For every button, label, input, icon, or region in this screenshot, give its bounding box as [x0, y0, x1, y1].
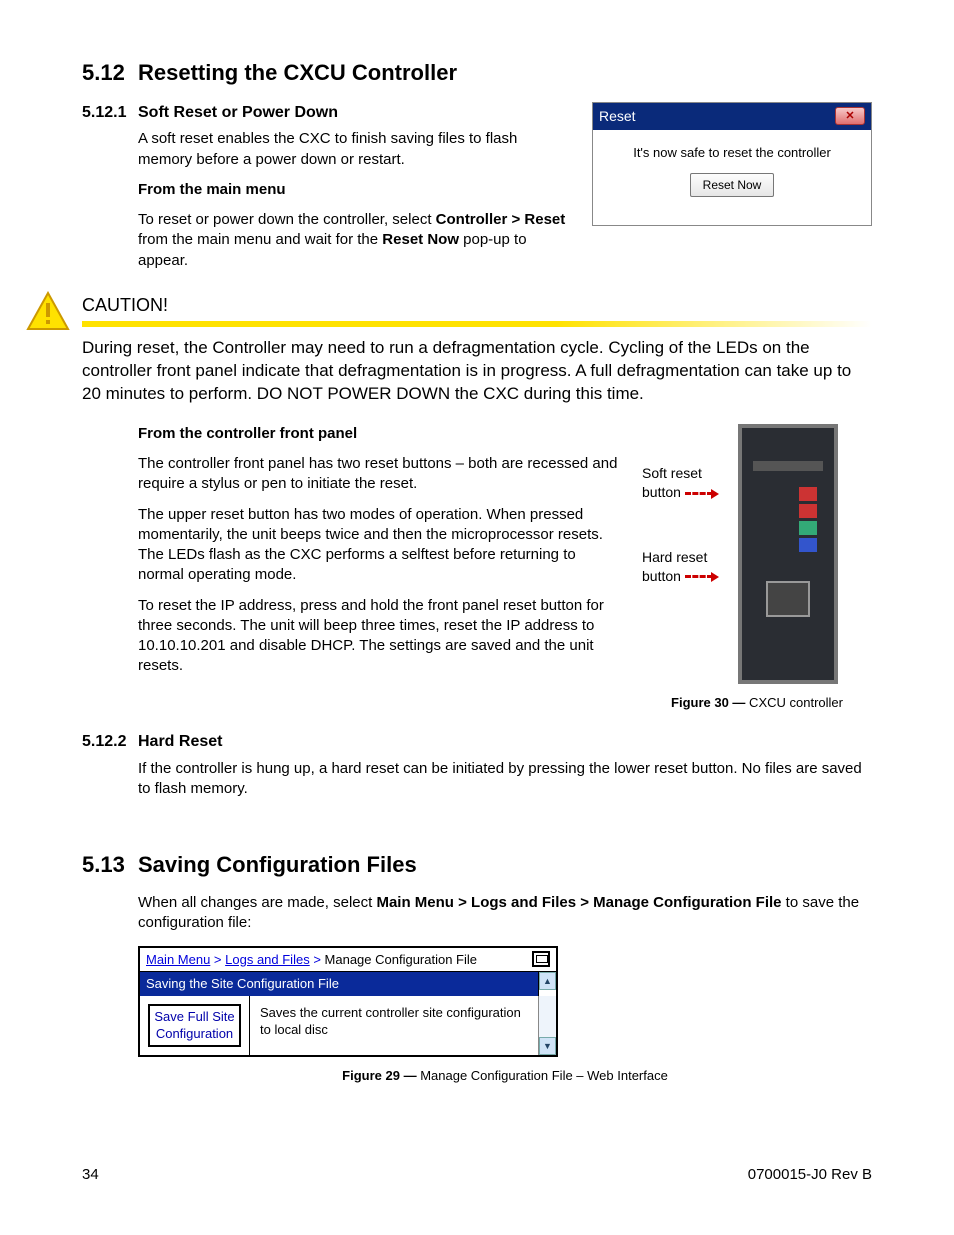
caution-heading: CAUTION!: [82, 293, 872, 317]
dialog-message: It's now safe to reset the controller: [601, 144, 863, 162]
figure-title: CXCU controller: [745, 695, 843, 710]
page-number: 34: [82, 1165, 99, 1185]
separator: >: [210, 952, 225, 967]
figure-29-caption: Figure 29 — Manage Configuration File – …: [138, 1067, 872, 1085]
caution-block: CAUTION! During reset, the Controller ma…: [26, 293, 872, 406]
scroll-down-button[interactable]: ▼: [539, 1037, 556, 1055]
separator: >: [310, 952, 325, 967]
run-in-heading: From the main menu: [138, 180, 572, 200]
figure-title: Manage Configuration File – Web Interfac…: [417, 1068, 668, 1083]
body-text: A soft reset enables the CXC to finish s…: [138, 129, 572, 170]
subsection-number: 5.12.1: [82, 102, 138, 124]
breadcrumb-current: Manage Configuration File: [325, 952, 477, 967]
warning-icon: [26, 291, 70, 331]
section-title: Saving Configuration Files: [138, 852, 417, 877]
controller-image: [738, 424, 838, 684]
keyboard-icon[interactable]: [532, 951, 550, 967]
body-text: To reset the IP address, press and hold …: [138, 596, 624, 677]
subsection-heading-5121: 5.12.1Soft Reset or Power Down: [82, 102, 572, 124]
button-name: Reset Now: [382, 231, 459, 248]
section-bar: Saving the Site Configuration File: [140, 972, 538, 996]
figure-number: Figure 30 —: [671, 695, 745, 710]
subsection-heading-5122: 5.12.2Hard Reset: [82, 731, 872, 753]
arrow-icon: [685, 575, 713, 578]
run-in-heading: From the controller front panel: [138, 424, 624, 444]
page-footer: 34 0700015-J0 Rev B: [82, 1165, 872, 1185]
scroll-up-button[interactable]: ▲: [539, 972, 556, 990]
subsection-title: Hard Reset: [138, 733, 222, 750]
breadcrumb-logs-files[interactable]: Logs and Files: [225, 952, 310, 967]
close-icon[interactable]: ✕: [835, 107, 865, 125]
figure-number: Figure 29 —: [342, 1068, 416, 1083]
menu-path: Controller > Reset: [436, 211, 566, 228]
dialog-title: Reset: [599, 107, 636, 126]
menu-path: Main Menu > Logs and Files > Manage Conf…: [376, 894, 781, 911]
section-number: 5.12: [82, 58, 138, 88]
text: from the main menu and wait for the: [138, 231, 382, 248]
reset-dialog: Reset ✕ It's now safe to reset the contr…: [592, 102, 872, 227]
document-id: 0700015-J0 Rev B: [748, 1165, 872, 1185]
section-number: 5.13: [82, 850, 138, 880]
figure-30-caption: Figure 30 — CXCU controller: [642, 694, 872, 712]
text: To reset or power down the controller, s…: [138, 211, 436, 228]
body-text: The controller front panel has two reset…: [138, 454, 624, 495]
reset-now-button[interactable]: Reset Now: [690, 173, 775, 197]
dialog-titlebar: Reset ✕: [593, 103, 871, 130]
button-description: Saves the current controller site config…: [250, 996, 538, 1055]
save-full-site-config-button[interactable]: Save Full Site Configuration: [148, 1004, 241, 1047]
breadcrumb: Main Menu > Logs and Files > Manage Conf…: [140, 948, 556, 973]
breadcrumb-main-menu[interactable]: Main Menu: [146, 952, 210, 967]
callout-hard-reset: Hard reset button: [642, 548, 728, 586]
caution-text: During reset, the Controller may need to…: [82, 337, 872, 406]
callout-soft-reset: Soft reset button: [642, 464, 728, 502]
body-text: If the controller is hung up, a hard res…: [138, 759, 872, 800]
body-text: To reset or power down the controller, s…: [138, 210, 572, 271]
controller-figure: Soft reset button Hard reset button: [642, 424, 872, 684]
text: When all changes are made, select: [138, 894, 376, 911]
arrow-icon: [685, 492, 713, 495]
section-heading-512: 5.12Resetting the CXCU Controller: [82, 58, 872, 88]
section-title: Resetting the CXCU Controller: [138, 60, 457, 85]
body-text: The upper reset button has two modes of …: [138, 505, 624, 586]
manage-config-window: Main Menu > Logs and Files > Manage Conf…: [138, 946, 558, 1057]
scrollbar-track[interactable]: [539, 996, 556, 1037]
caution-bar: [82, 321, 872, 327]
body-text: When all changes are made, select Main M…: [138, 893, 872, 934]
subsection-number: 5.12.2: [82, 731, 138, 753]
section-heading-513: 5.13Saving Configuration Files: [82, 850, 872, 880]
subsection-title: Soft Reset or Power Down: [138, 104, 338, 121]
